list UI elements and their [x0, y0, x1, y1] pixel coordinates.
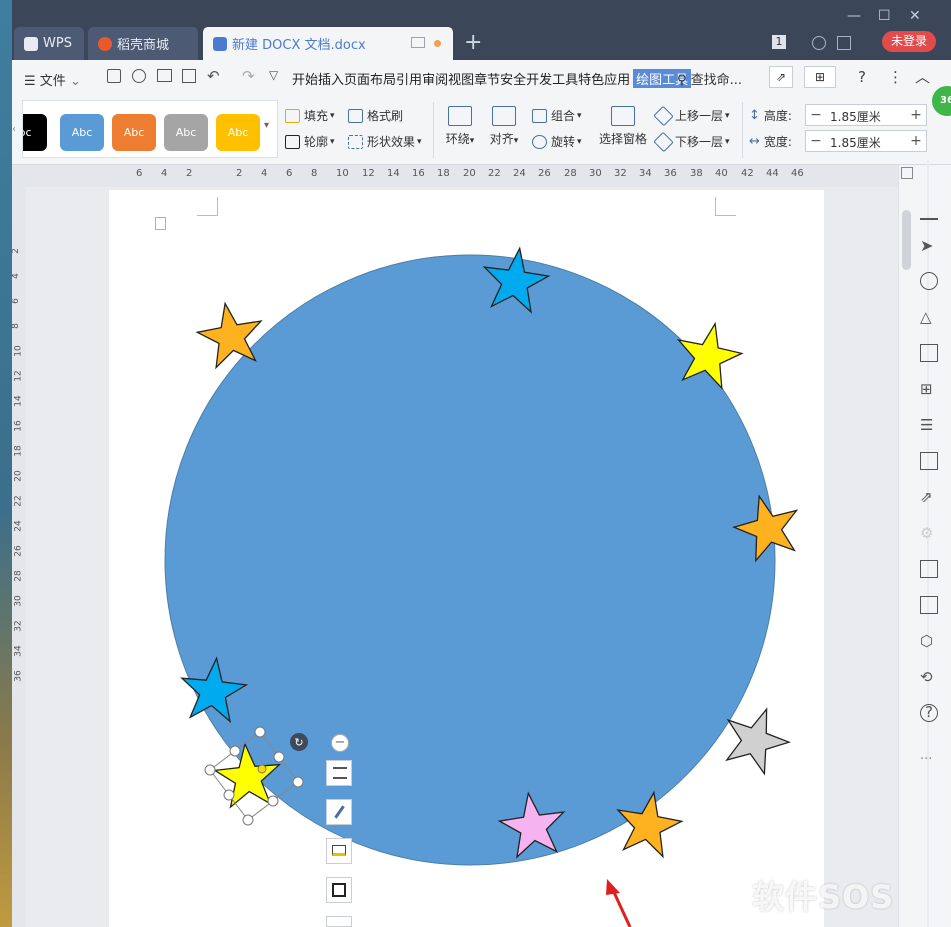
red-arrow [606, 879, 632, 927]
more-tools-button[interactable] [326, 916, 352, 927]
shapes-icon[interactable] [920, 272, 938, 290]
pen-icon [334, 805, 345, 819]
shape-outline-button[interactable] [326, 877, 352, 903]
settings-disabled-icon: ⚙ [920, 524, 934, 542]
image-icon[interactable] [920, 596, 938, 614]
shield-icon[interactable]: ⬡ [920, 632, 938, 650]
rotate-glyph: ↻ [294, 736, 303, 749]
fill-bucket-icon [332, 845, 346, 856]
shape-adjust-handle[interactable] [257, 764, 267, 774]
resize-handle[interactable] [273, 751, 285, 763]
star-gray-right[interactable] [725, 707, 791, 776]
edit-pencil-icon[interactable] [920, 200, 938, 220]
table-icon[interactable] [920, 344, 938, 362]
outline-square-icon [332, 883, 346, 897]
sidebar-pin-icon[interactable] [901, 167, 913, 179]
adjust-sliders-icon[interactable]: ☰ [920, 416, 938, 434]
layout-options-icon [333, 767, 347, 779]
resize-handle[interactable] [254, 726, 266, 738]
resize-handle[interactable] [204, 764, 216, 776]
shape-style-button[interactable] [326, 799, 352, 825]
resize-handle[interactable] [223, 789, 235, 801]
resize-handle[interactable] [229, 745, 241, 757]
arrow-head [606, 879, 620, 895]
resize-handle[interactable] [267, 795, 279, 807]
vertical-scrollbar-thumb[interactable] [902, 210, 911, 270]
share-export-icon[interactable]: ⇗ [920, 488, 938, 506]
shape-fill-button[interactable] [326, 838, 352, 864]
layout-options-button[interactable] [326, 760, 352, 786]
resize-handle[interactable] [242, 814, 254, 826]
history-icon[interactable]: ⟲ [920, 668, 938, 686]
cursor-select-icon[interactable]: ➤ [920, 236, 938, 255]
watermark-logo: 软件SOS [752, 878, 895, 916]
resize-handle[interactable] [292, 776, 304, 788]
drawing-canvas: ↻ [164, 246, 799, 927]
collapse-toolbar-button[interactable]: − [331, 734, 349, 752]
more-dots-icon[interactable]: ··· [920, 752, 938, 770]
arrow-shaft [610, 887, 632, 927]
apps-grid-icon[interactable]: ⊞ [920, 380, 938, 398]
picture-gallery-icon[interactable] [920, 452, 938, 470]
star-orange-topleft[interactable] [195, 301, 263, 370]
help-circle-icon[interactable]: ? [920, 704, 938, 722]
archive-icon[interactable] [920, 560, 938, 578]
text-style-icon[interactable]: △ [920, 308, 938, 326]
